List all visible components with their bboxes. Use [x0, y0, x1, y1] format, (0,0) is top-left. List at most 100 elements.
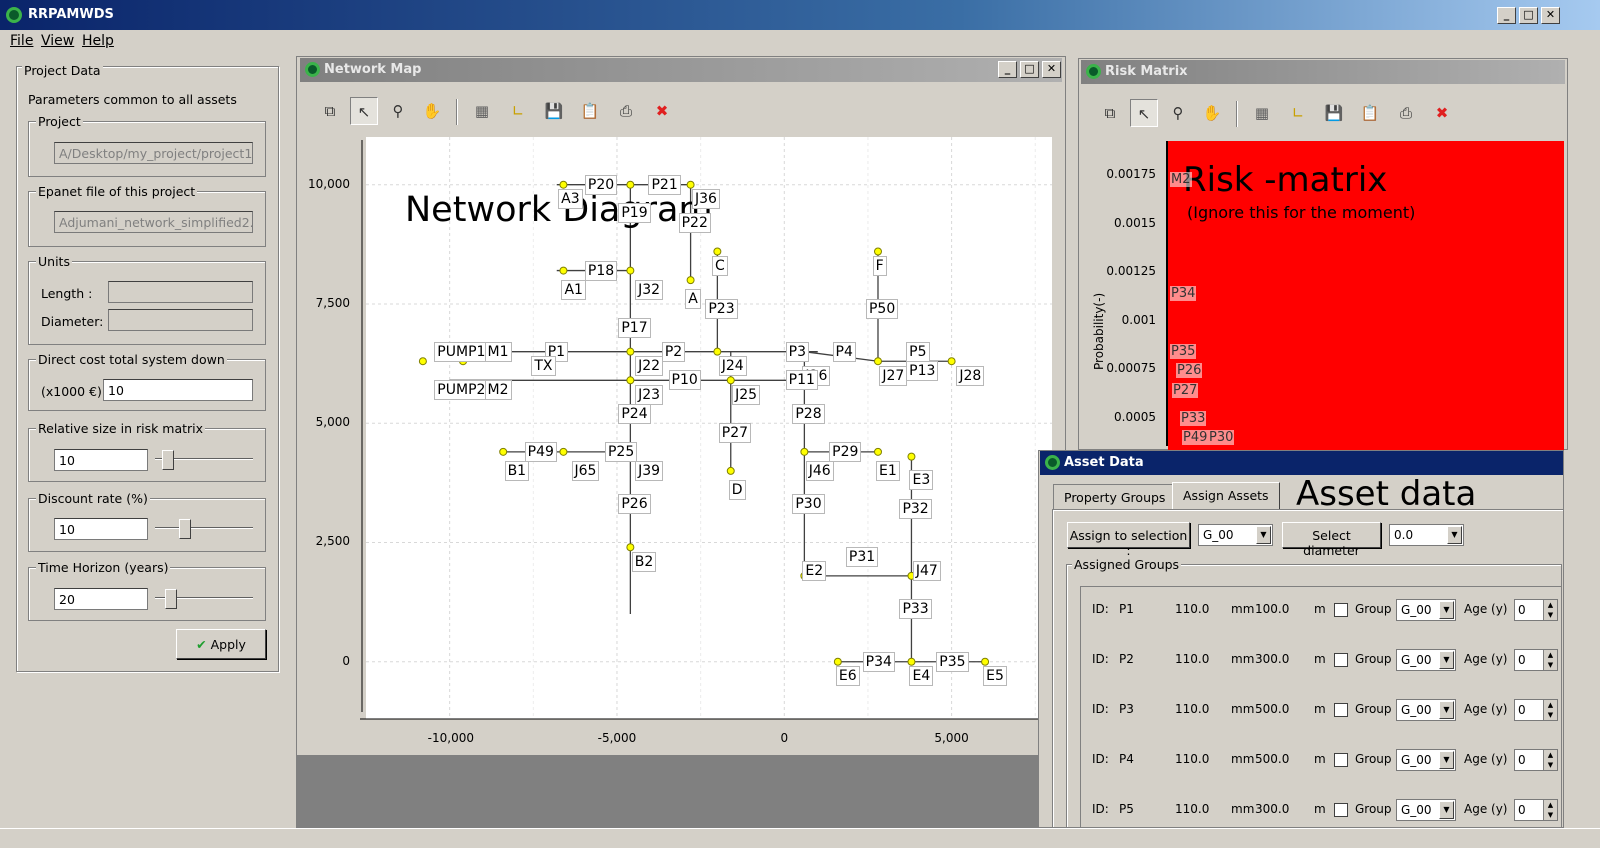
- node-label[interactable]: J22: [635, 355, 664, 376]
- node-label[interactable]: J46: [805, 460, 834, 481]
- node-label[interactable]: P33: [899, 599, 932, 620]
- network-maximize-button[interactable]: □: [1020, 61, 1039, 78]
- risk-point-label[interactable]: P35: [1170, 344, 1197, 359]
- node-label[interactable]: P34: [862, 651, 895, 672]
- age-spinbox[interactable]: 0 ▲ ▼: [1514, 599, 1558, 621]
- node-label[interactable]: J39: [635, 460, 664, 481]
- node-label[interactable]: P5: [906, 341, 930, 362]
- reset-icon[interactable]: ✖: [648, 97, 676, 125]
- node-label[interactable]: P32: [899, 499, 932, 520]
- diameter-select[interactable]: 0.0 ▼: [1389, 524, 1464, 546]
- node-label[interactable]: P4: [832, 341, 856, 362]
- spin-arrows-icon[interactable]: ▲ ▼: [1543, 600, 1557, 620]
- node-label[interactable]: J28: [956, 365, 985, 386]
- asset-checkbox[interactable]: [1334, 653, 1348, 667]
- asset-group-select[interactable]: G_00 ▼: [1396, 749, 1456, 771]
- close-button[interactable]: ✕: [1541, 7, 1560, 24]
- node-label[interactable]: P26: [618, 494, 651, 515]
- tab-property-groups[interactable]: Property Groups: [1053, 484, 1177, 510]
- menu-help[interactable]: Help: [82, 33, 114, 49]
- horizon-input[interactable]: 20: [54, 588, 148, 610]
- node-label[interactable]: P25: [604, 441, 638, 462]
- node-label[interactable]: PUMP1: [434, 341, 489, 362]
- menu-view[interactable]: View: [41, 33, 74, 49]
- risk-point-label[interactable]: P49: [1182, 430, 1209, 445]
- node-label[interactable]: P50: [865, 298, 899, 319]
- node-label[interactable]: E3: [909, 470, 934, 491]
- node-label[interactable]: P23: [705, 298, 738, 319]
- node-label[interactable]: F: [872, 255, 887, 276]
- print-icon[interactable]: ⎙: [612, 97, 640, 125]
- node-label[interactable]: J32: [635, 279, 664, 300]
- save-icon[interactable]: 💾: [540, 97, 568, 125]
- copy-icon[interactable]: 📋: [576, 97, 604, 125]
- asset-group-select[interactable]: G_00 ▼: [1396, 699, 1456, 721]
- node-label[interactable]: P31: [845, 546, 879, 567]
- risk-point-label[interactable]: P27: [1172, 383, 1199, 398]
- node-label[interactable]: C: [712, 255, 728, 276]
- menu-file[interactable]: File: [10, 33, 33, 49]
- copy-icon[interactable]: 📋: [1356, 99, 1384, 127]
- node-label[interactable]: P3: [785, 341, 810, 362]
- pointer-icon[interactable]: ↖: [1130, 99, 1158, 127]
- save-icon[interactable]: 💾: [1320, 99, 1348, 127]
- node-label[interactable]: P13: [906, 360, 939, 381]
- asset-checkbox[interactable]: [1334, 753, 1348, 767]
- zoom-icon[interactable]: ⚲: [384, 97, 412, 125]
- grid-icon[interactable]: ▦: [468, 97, 496, 125]
- node-label[interactable]: J25: [732, 384, 761, 405]
- risk-point-label[interactable]: P30: [1208, 430, 1235, 445]
- node-label[interactable]: E4: [909, 666, 934, 687]
- spin-arrows-icon[interactable]: ▲ ▼: [1543, 700, 1557, 720]
- node-label[interactable]: P2: [661, 341, 686, 362]
- project-path-field[interactable]: A/Desktop/my_project/project1.rrp: [54, 142, 253, 164]
- node-label[interactable]: P27: [718, 422, 752, 443]
- age-spinbox[interactable]: 0 ▲ ▼: [1514, 649, 1558, 671]
- asset-group-select[interactable]: G_00 ▼: [1396, 599, 1456, 621]
- node-label[interactable]: P22: [678, 212, 711, 233]
- relative-size-slider[interactable]: [155, 448, 253, 470]
- assign-to-selection-button[interactable]: Assign to selection :: [1067, 522, 1190, 558]
- node-label[interactable]: B1: [504, 460, 530, 481]
- node-label[interactable]: P10: [668, 370, 701, 391]
- network-close-button[interactable]: ✕: [1042, 61, 1061, 78]
- node-label[interactable]: E5: [983, 666, 1007, 687]
- asset-checkbox[interactable]: [1334, 803, 1348, 817]
- zoom-fit-icon[interactable]: ⧉: [1096, 99, 1124, 127]
- node-label[interactable]: E2: [802, 561, 827, 582]
- node-label[interactable]: J47: [912, 561, 941, 582]
- node-label[interactable]: M1: [484, 341, 512, 362]
- node-label[interactable]: J27: [879, 365, 908, 386]
- relative-size-input[interactable]: 10: [54, 449, 148, 471]
- assign-group-select[interactable]: G_00 ▼: [1198, 524, 1273, 546]
- pan-icon[interactable]: ✋: [418, 97, 446, 125]
- node-label[interactable]: TX: [531, 355, 556, 376]
- grid-icon[interactable]: ▦: [1248, 99, 1276, 127]
- length-field[interactable]: [108, 281, 253, 303]
- risk-point-label[interactable]: P33: [1180, 411, 1207, 426]
- node-label[interactable]: A: [685, 289, 701, 310]
- asset-checkbox[interactable]: [1334, 703, 1348, 717]
- maximize-button[interactable]: □: [1519, 7, 1538, 24]
- node-label[interactable]: A3: [558, 189, 583, 210]
- node-label[interactable]: E1: [876, 460, 900, 481]
- risk-point-label[interactable]: P34: [1170, 286, 1197, 301]
- network-minimize-button[interactable]: _: [998, 61, 1017, 78]
- diameter-field[interactable]: [108, 309, 253, 331]
- axis-icon[interactable]: ∟: [1284, 99, 1312, 127]
- zoom-fit-icon[interactable]: ⧉: [316, 97, 344, 125]
- node-label[interactable]: P49: [524, 441, 557, 462]
- node-label[interactable]: A1: [561, 279, 586, 300]
- minimize-button[interactable]: _: [1497, 7, 1516, 24]
- age-spinbox[interactable]: 0 ▲ ▼: [1514, 749, 1558, 771]
- spin-arrows-icon[interactable]: ▲ ▼: [1543, 650, 1557, 670]
- node-label[interactable]: J65: [571, 460, 600, 481]
- node-label[interactable]: E6: [835, 666, 860, 687]
- asset-checkbox[interactable]: [1334, 603, 1348, 617]
- node-label[interactable]: P24: [618, 403, 651, 424]
- node-label[interactable]: P20: [584, 174, 618, 195]
- apply-button[interactable]: ✔ Apply: [176, 629, 266, 659]
- node-label[interactable]: D: [728, 480, 746, 501]
- spin-arrows-icon[interactable]: ▲ ▼: [1543, 800, 1557, 820]
- node-label[interactable]: P29: [829, 441, 862, 462]
